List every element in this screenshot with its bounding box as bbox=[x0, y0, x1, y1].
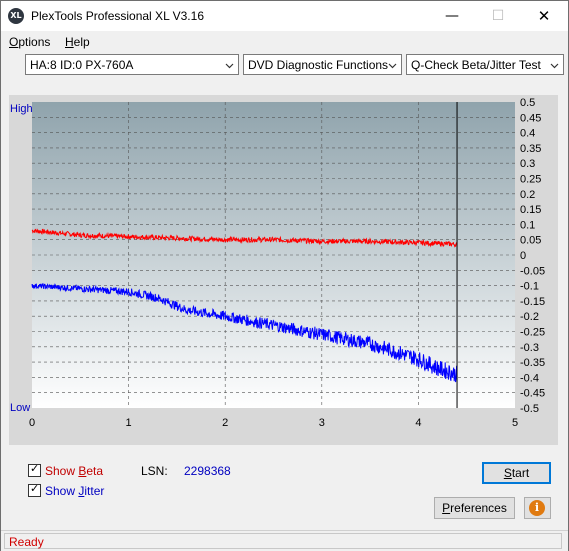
y-tick-label: 0 bbox=[520, 250, 526, 262]
x-tick-label: 2 bbox=[222, 417, 228, 429]
y-tick-label: -0.35 bbox=[520, 357, 545, 369]
drive-select-value: HA:8 ID:0 PX-760A bbox=[30, 58, 134, 72]
y-tick-label: 0.05 bbox=[520, 235, 541, 247]
x-tick-label: 4 bbox=[415, 417, 421, 429]
chevron-down-icon bbox=[388, 63, 397, 69]
menu-options[interactable]: Options bbox=[9, 35, 50, 49]
show-jitter-prefix: Show bbox=[45, 484, 79, 498]
x-tick-label: 0 bbox=[29, 417, 35, 429]
preferences-label: references bbox=[450, 501, 507, 515]
window-title: PlexTools Professional XL V3.16 bbox=[31, 9, 204, 23]
x-tick-label: 1 bbox=[126, 417, 132, 429]
y-tick-label: 0.25 bbox=[520, 174, 541, 186]
show-beta-label[interactable]: Show Beta bbox=[45, 464, 103, 478]
y-tick-label: 0.15 bbox=[520, 204, 541, 216]
high-label: High bbox=[10, 103, 33, 115]
status-bar: Ready bbox=[1, 530, 568, 551]
y-tick-label: -0.3 bbox=[520, 342, 539, 354]
show-jitter-rest: itter bbox=[84, 484, 105, 498]
y-tick-label: -0.1 bbox=[520, 281, 539, 293]
y-tick-label: -0.5 bbox=[520, 403, 539, 415]
start-button[interactable]: Start bbox=[482, 462, 551, 484]
start-label: tart bbox=[511, 466, 530, 480]
lsn-value: 2298368 bbox=[184, 464, 231, 478]
y-tick-label: -0.25 bbox=[520, 327, 545, 339]
menu-options-accel: O bbox=[9, 35, 19, 49]
app-window: XL PlexTools Professional XL V3.16 — ☐ ✕… bbox=[0, 0, 569, 551]
preferences-accel: P bbox=[442, 501, 451, 515]
title-bar[interactable]: XL PlexTools Professional XL V3.16 — ☐ ✕ bbox=[1, 1, 568, 31]
show-beta-rest: eta bbox=[86, 464, 104, 478]
show-beta-prefix: Show bbox=[45, 464, 79, 478]
checkmark-icon: ✓ bbox=[30, 462, 40, 475]
y-tick-label: 0.2 bbox=[520, 189, 535, 201]
y-tick-label: 0.5 bbox=[520, 97, 535, 109]
menu-help-label: elp bbox=[73, 35, 90, 49]
status-text: Ready bbox=[9, 535, 44, 549]
app-logo-icon: XL bbox=[8, 8, 24, 24]
controls-panel: ✓ Show Beta ✓ Show Jitter LSN: 2298368 S… bbox=[1, 449, 568, 529]
y-tick-label: -0.4 bbox=[520, 372, 539, 384]
x-axis-ticks: 0 1 2 3 4 5 bbox=[29, 417, 518, 429]
function-select[interactable]: DVD Diagnostic Functions bbox=[243, 54, 402, 75]
test-select-value: Q-Check Beta/Jitter Test bbox=[411, 58, 541, 72]
show-jitter-label[interactable]: Show Jitter bbox=[45, 484, 104, 498]
y-tick-label: 0.1 bbox=[520, 219, 535, 231]
minimize-button[interactable]: — bbox=[429, 1, 475, 31]
y-tick-label: -0.45 bbox=[520, 388, 545, 400]
drive-select[interactable]: HA:8 ID:0 PX-760A bbox=[25, 54, 239, 75]
preferences-button[interactable]: Preferences bbox=[434, 497, 515, 519]
x-tick-label: 5 bbox=[512, 417, 518, 429]
info-button[interactable]: i bbox=[524, 497, 551, 519]
y-tick-label: 0.45 bbox=[520, 112, 541, 124]
grid-lines bbox=[32, 102, 515, 408]
test-select[interactable]: Q-Check Beta/Jitter Test bbox=[406, 54, 564, 75]
checkmark-icon: ✓ bbox=[30, 482, 40, 495]
menu-options-label: ptions bbox=[18, 35, 51, 49]
function-select-value: DVD Diagnostic Functions bbox=[248, 58, 389, 72]
y-tick-label: -0.2 bbox=[520, 311, 539, 323]
x-tick-label: 3 bbox=[319, 417, 325, 429]
graph-panel: High Low 0 1 2 3 4 5 0.5 0.45 0.4 0.35 0.3 0.25 0.2… bbox=[9, 95, 558, 445]
show-jitter-checkbox[interactable]: ✓ bbox=[28, 482, 41, 497]
chevron-down-icon bbox=[225, 63, 234, 69]
lsn-label: LSN: bbox=[141, 464, 168, 478]
chevron-down-icon bbox=[550, 63, 559, 69]
start-accel: S bbox=[503, 466, 512, 480]
y-tick-label: 0.35 bbox=[520, 143, 541, 155]
y-axis-ticks: 0.5 0.45 0.4 0.35 0.3 0.25 0.2 0.15 0.1 0.05 0 -0.0… bbox=[520, 97, 545, 415]
y-tick-label: -0.15 bbox=[520, 296, 545, 308]
y-tick-label: -0.05 bbox=[520, 265, 545, 277]
show-beta-checkbox[interactable]: ✓ bbox=[28, 462, 41, 477]
y-tick-label: 0.4 bbox=[520, 128, 535, 140]
menu-help[interactable]: Help bbox=[65, 35, 90, 49]
info-icon: i bbox=[529, 500, 545, 516]
menu-help-accel: H bbox=[65, 35, 74, 49]
menu-bar: Options Help bbox=[1, 32, 568, 51]
status-panel: Ready bbox=[4, 533, 562, 549]
beta-jitter-chart: High Low 0 1 2 3 4 5 0.5 0.45 0.4 0.35 0.3 0.25 0.2… bbox=[10, 97, 545, 429]
y-tick-label: 0.3 bbox=[520, 158, 535, 170]
close-button[interactable]: ✕ bbox=[521, 1, 567, 31]
low-label: Low bbox=[10, 402, 30, 414]
maximize-button[interactable]: ☐ bbox=[475, 1, 521, 31]
